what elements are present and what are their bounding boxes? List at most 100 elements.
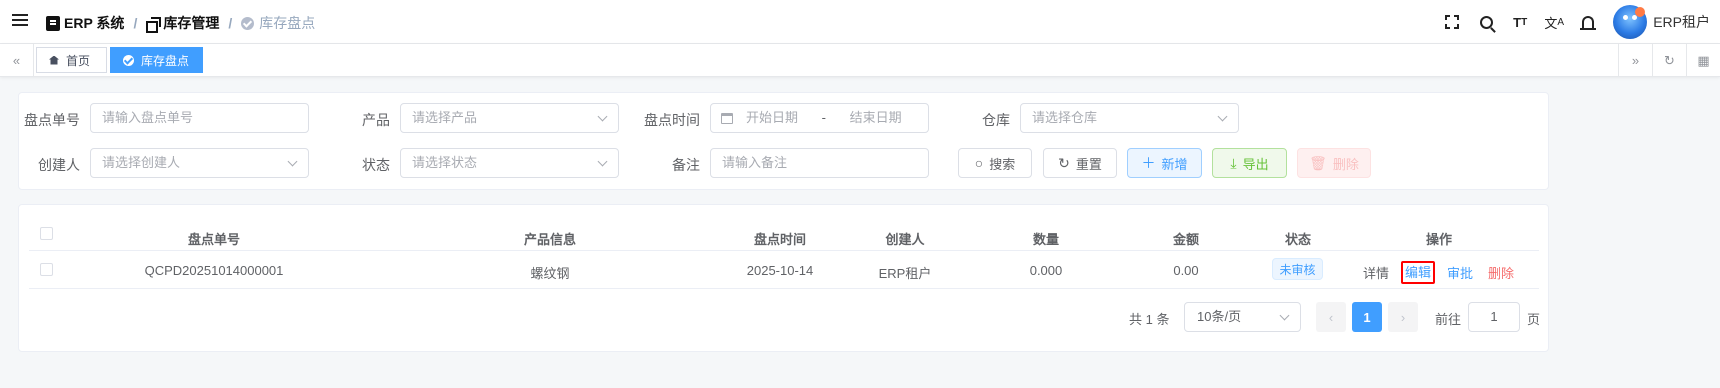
- chevron-down-icon: [287, 156, 298, 167]
- refresh-icon: ↻: [1058, 154, 1070, 171]
- chevron-down-icon: [597, 111, 608, 122]
- column-header: 数量: [1032, 232, 1059, 247]
- grid-menu-icon[interactable]: ▦: [1686, 44, 1720, 77]
- cell-check-time: 2025-10-14: [746, 263, 814, 278]
- select-all-checkbox[interactable]: [40, 227, 53, 240]
- label-product: 产品: [362, 112, 390, 128]
- tags-bar-actions: » ↻ ▦: [1618, 44, 1720, 77]
- tags-bar: « 首页 库存盘点 » ↻ ▦: [0, 44, 1720, 77]
- row-checkbox[interactable]: [40, 263, 53, 276]
- status-select[interactable]: 请选择状态: [400, 148, 619, 178]
- column-header: 盘点时间: [753, 232, 806, 247]
- detail-link[interactable]: 详情: [1363, 263, 1389, 282]
- next-page-button[interactable]: ›: [1388, 302, 1418, 332]
- start-date-placeholder[interactable]: 开始日期: [746, 110, 798, 125]
- row-divider: [29, 288, 1539, 289]
- batch-delete-button[interactable]: 🗑 删除: [1297, 148, 1371, 178]
- navbar-actions: TT 文A ERP租户: [1435, 0, 1720, 44]
- search-button-label: 搜索: [989, 156, 1016, 172]
- column-header: 盘点单号: [187, 232, 240, 247]
- status-badge: 未审核: [1272, 258, 1323, 280]
- creator-select-placeholder: 请选择创建人: [102, 155, 181, 170]
- refresh-icon[interactable]: ↻: [1652, 44, 1686, 77]
- check-time-range[interactable]: 开始日期 - 结束日期: [710, 103, 929, 133]
- user-name[interactable]: ERP租户: [1653, 12, 1710, 32]
- delete-button-label: 删除: [1332, 156, 1359, 172]
- goto-suffix: 页: [1527, 312, 1541, 327]
- tab-label: 首页: [66, 53, 91, 68]
- audit-link[interactable]: 审批: [1447, 263, 1473, 282]
- label-check-no: 盘点单号: [24, 112, 80, 128]
- row-divider: [29, 250, 1539, 251]
- label-creator: 创建人: [38, 157, 80, 173]
- check-no-input[interactable]: 请输入盘点单号: [90, 103, 309, 133]
- home-icon: [49, 55, 59, 65]
- column-header: 产品信息: [523, 232, 576, 247]
- window-icon: [146, 16, 162, 33]
- search-icon: ○: [974, 155, 984, 171]
- column-header: 操作: [1425, 232, 1452, 247]
- translate-icon[interactable]: 文A: [1537, 0, 1571, 44]
- search-icon[interactable]: [1469, 0, 1503, 44]
- tab-inventory-check[interactable]: 库存盘点: [110, 47, 203, 73]
- pagination-total: 共 1 条: [1129, 312, 1170, 327]
- goto-page-input[interactable]: 1: [1468, 302, 1520, 332]
- top-navbar: ERP 系统 / 库存管理 / 库存盘点 TT 文A ERP租户: [0, 0, 1720, 44]
- document-icon: [46, 15, 60, 31]
- creator-select[interactable]: 请选择创建人: [90, 148, 309, 178]
- breadcrumb: ERP 系统 / 库存管理 / 库存盘点: [46, 13, 315, 33]
- cell-product: 螺纹钢: [530, 266, 570, 281]
- delete-link[interactable]: 删除: [1488, 263, 1514, 282]
- product-select[interactable]: 请选择产品: [400, 103, 619, 133]
- fullscreen-icon[interactable]: [1435, 0, 1469, 44]
- reset-button[interactable]: ↻ 重置: [1043, 148, 1117, 178]
- scroll-right-icon[interactable]: »: [1618, 44, 1652, 77]
- check-circle-icon: [241, 16, 255, 30]
- prev-page-button[interactable]: ‹: [1316, 302, 1346, 332]
- breadcrumb-brand[interactable]: ERP 系统: [64, 13, 124, 33]
- hamburger-menu-icon[interactable]: [12, 14, 28, 30]
- remark-input[interactable]: 请输入备注: [710, 148, 929, 178]
- product-select-placeholder: 请选择产品: [412, 110, 478, 125]
- reset-button-label: 重置: [1075, 156, 1102, 172]
- page-size-select[interactable]: 10条/页: [1184, 302, 1301, 332]
- export-button-label: 导出: [1242, 156, 1269, 172]
- scroll-left-icon[interactable]: «: [0, 44, 34, 77]
- breadcrumb-level1[interactable]: 库存管理: [163, 13, 219, 33]
- label-warehouse: 仓库: [982, 112, 1010, 128]
- chevron-down-icon: [1279, 310, 1290, 321]
- end-date-placeholder[interactable]: 结束日期: [850, 110, 902, 125]
- font-size-icon[interactable]: TT: [1503, 0, 1537, 44]
- status-select-placeholder: 请选择状态: [412, 155, 478, 170]
- column-header: 创建人: [885, 232, 925, 247]
- export-button[interactable]: ⤓ 导出: [1212, 148, 1287, 178]
- tab-label: 库存盘点: [141, 53, 190, 68]
- date-separator: -: [821, 110, 826, 125]
- cell-quantity: 0.000: [1029, 263, 1063, 278]
- bell-icon[interactable]: [1571, 0, 1605, 44]
- label-remark: 备注: [672, 157, 700, 173]
- warehouse-select[interactable]: 请选择仓库: [1020, 103, 1239, 133]
- breadcrumb-separator: /: [133, 15, 138, 31]
- avatar[interactable]: [1613, 5, 1648, 39]
- label-check-time: 盘点时间: [644, 112, 700, 128]
- column-header: 状态: [1284, 232, 1311, 247]
- warehouse-select-placeholder: 请选择仓库: [1032, 110, 1098, 125]
- edit-link[interactable]: 编辑: [1401, 261, 1436, 284]
- add-button[interactable]: ＋ 新增: [1127, 148, 1202, 178]
- trash-icon: 🗑: [1309, 154, 1327, 171]
- cell-amount: 0.00: [1173, 263, 1199, 278]
- calendar-icon: [721, 113, 733, 124]
- breadcrumb-current: 库存盘点: [259, 15, 316, 31]
- check-circle-icon: [123, 54, 134, 66]
- chevron-down-icon: [597, 156, 608, 167]
- search-button[interactable]: ○ 搜索: [958, 148, 1032, 178]
- goto-prefix: 前往: [1435, 312, 1462, 327]
- page-number-current[interactable]: 1: [1352, 302, 1382, 332]
- label-status: 状态: [362, 157, 390, 173]
- tab-home[interactable]: 首页: [36, 47, 107, 73]
- download-icon: ⤓: [1230, 154, 1237, 171]
- cell-creator: ERP租户: [878, 266, 932, 281]
- page-size-value: 10条/页: [1197, 309, 1242, 324]
- cell-check-no: QCPD20251014000001: [144, 263, 284, 278]
